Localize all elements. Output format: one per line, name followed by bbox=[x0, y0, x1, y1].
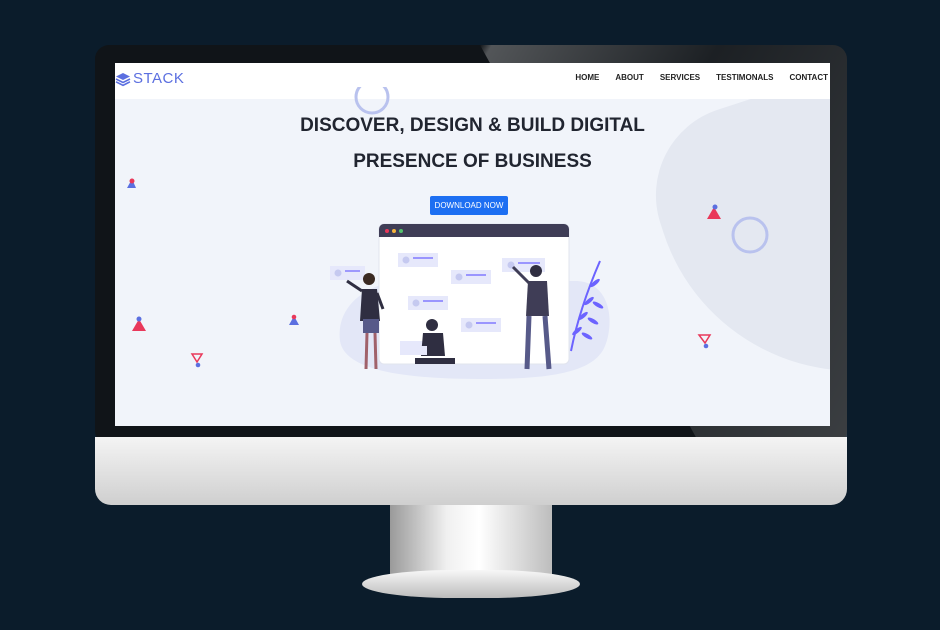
team-building-illustration bbox=[330, 223, 610, 379]
decorative-ring-right bbox=[731, 216, 769, 254]
download-now-button[interactable]: DOWNLOAD NOW bbox=[430, 196, 508, 215]
brand-name: STACK bbox=[133, 70, 185, 87]
nav-item-testimonals[interactable]: TESTIMONALS bbox=[716, 73, 773, 82]
monitor-chin bbox=[95, 437, 847, 505]
triangle-marker-icon bbox=[132, 316, 146, 331]
hero-title-line-2: PRESENCE OF BUSINESS bbox=[353, 151, 592, 172]
website-screen: STACK HOME ABOUT SERVICES TESTIMONALS CO… bbox=[115, 63, 830, 426]
nav-item-about[interactable]: ABOUT bbox=[615, 73, 643, 82]
triangle-marker-icon bbox=[697, 334, 712, 349]
triangle-marker-icon bbox=[190, 353, 204, 368]
monitor-stand-base bbox=[362, 570, 580, 598]
brand-logo[interactable]: STACK bbox=[115, 70, 184, 87]
monitor-stand-neck bbox=[390, 505, 552, 577]
stack-layers-icon bbox=[115, 72, 131, 86]
navbar: STACK HOME ABOUT SERVICES TESTIMONALS CO… bbox=[115, 63, 830, 99]
nav-menu: HOME ABOUT SERVICES TESTIMONALS CONTACT bbox=[559, 73, 828, 82]
nav-item-contact[interactable]: CONTACT bbox=[789, 73, 828, 82]
triangle-marker-icon bbox=[127, 178, 136, 188]
nav-item-home[interactable]: HOME bbox=[575, 73, 599, 82]
triangle-marker-icon bbox=[707, 204, 721, 219]
triangle-marker-icon bbox=[289, 314, 299, 325]
nav-item-services[interactable]: SERVICES bbox=[660, 73, 700, 82]
hero-title-line-1: DISCOVER, DESIGN & BUILD DIGITAL bbox=[300, 115, 645, 136]
